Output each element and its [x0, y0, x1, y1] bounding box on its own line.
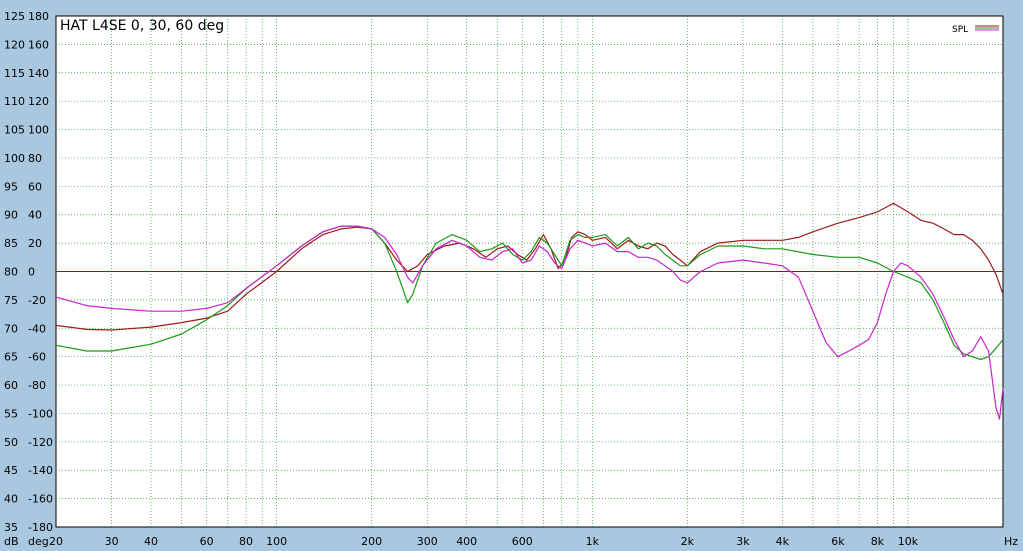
y-tick-label-deg: -100 [28, 407, 53, 420]
y-tick-label-deg: 0 [28, 266, 35, 279]
y-tick-label-db: 75 [4, 294, 18, 307]
x-tick-label: 1k [586, 535, 600, 547]
chart-title: HAT L4SE 0, 30, 60 deg [60, 18, 224, 34]
x-tick-label: 8k [871, 535, 885, 547]
x-tick-label: 40 [144, 535, 158, 547]
x-tick-label: 80 [239, 535, 253, 547]
x-tick-label: 2k [681, 535, 695, 547]
y-tick-label-db: 70 [4, 322, 18, 335]
y-tick-label-db: 100 [4, 152, 25, 165]
y-tick-label-db: 120 [4, 38, 25, 51]
chart-svg: 125 180120 160115 140110 120105 100100 8095 609… [4, 10, 1018, 548]
y-tick-label-deg: -160 [28, 493, 53, 506]
x-tick-label: 4k [776, 535, 790, 547]
y-tick-label-deg: -60 [28, 351, 46, 364]
y-tick-label-db: 95 [4, 180, 18, 193]
y-tick-label-db: 45 [4, 464, 18, 477]
y-tick-label-deg: 40 [28, 209, 42, 222]
y-tick-label-db: 35 [4, 521, 18, 534]
y-tick-label-deg: 140 [28, 67, 49, 80]
frequency-response-chart: 125 180 120 160 115 140 110 120 105 100 100 80 95 60 9… [0, 0, 1023, 548]
y-tick-label-db: 105 [4, 124, 25, 137]
x-tick-label: 6k [831, 535, 845, 547]
x-tick-label: 30 [105, 535, 119, 547]
y-tick-label-db: 40 [4, 493, 18, 506]
y-tick-label-deg: 100 [28, 124, 49, 137]
y-tick-label-deg: -40 [28, 322, 46, 335]
y-tick-label-db: 50 [4, 436, 18, 449]
y-tick-label-db: 55 [4, 407, 18, 420]
y-tick-label-db: 65 [4, 351, 18, 364]
y-tick-label-deg: -140 [28, 464, 53, 477]
y-tick-label-db: 85 [4, 237, 18, 250]
y-tick-label-deg: 180 [28, 10, 49, 23]
y-tick-label-deg: -20 [28, 294, 46, 307]
y-tick-label-deg: -120 [28, 436, 53, 449]
x-tick-label: 300 [417, 535, 438, 547]
y-tick-label-db: 125 [4, 10, 25, 23]
x-unit-label: Hz [1004, 535, 1018, 547]
y-tick-label-deg: 80 [28, 152, 42, 165]
x-tick-label: 600 [512, 535, 533, 547]
y-unit-label-db: dB [4, 535, 19, 547]
x-tick-label: 100 [266, 535, 287, 547]
y-tick-label-db: 110 [4, 95, 25, 108]
x-tick-label: 20 [49, 535, 63, 547]
y-tick-label-deg: 160 [28, 38, 49, 51]
y-tick-label-db: 80 [4, 266, 18, 279]
y-tick-label-deg: -180 [28, 521, 53, 534]
x-tick-label: 400 [456, 535, 477, 547]
x-tick-label: 60 [200, 535, 214, 547]
y-tick-label-deg: 60 [28, 180, 42, 193]
y-tick-label-db: 60 [4, 379, 18, 392]
legend-label: SPL [952, 25, 968, 35]
y-unit-label-deg: deg [28, 535, 49, 547]
y-tick-label-deg: 20 [28, 237, 42, 250]
y-tick-label-db: 90 [4, 209, 18, 222]
y-tick-label-db: 115 [4, 67, 25, 80]
y-tick-label-deg: -80 [28, 379, 46, 392]
x-tick-label: 200 [361, 535, 382, 547]
x-tick-label: 10k [898, 535, 919, 547]
y-tick-label-deg: 120 [28, 95, 49, 108]
x-tick-label: 3k [736, 535, 750, 547]
